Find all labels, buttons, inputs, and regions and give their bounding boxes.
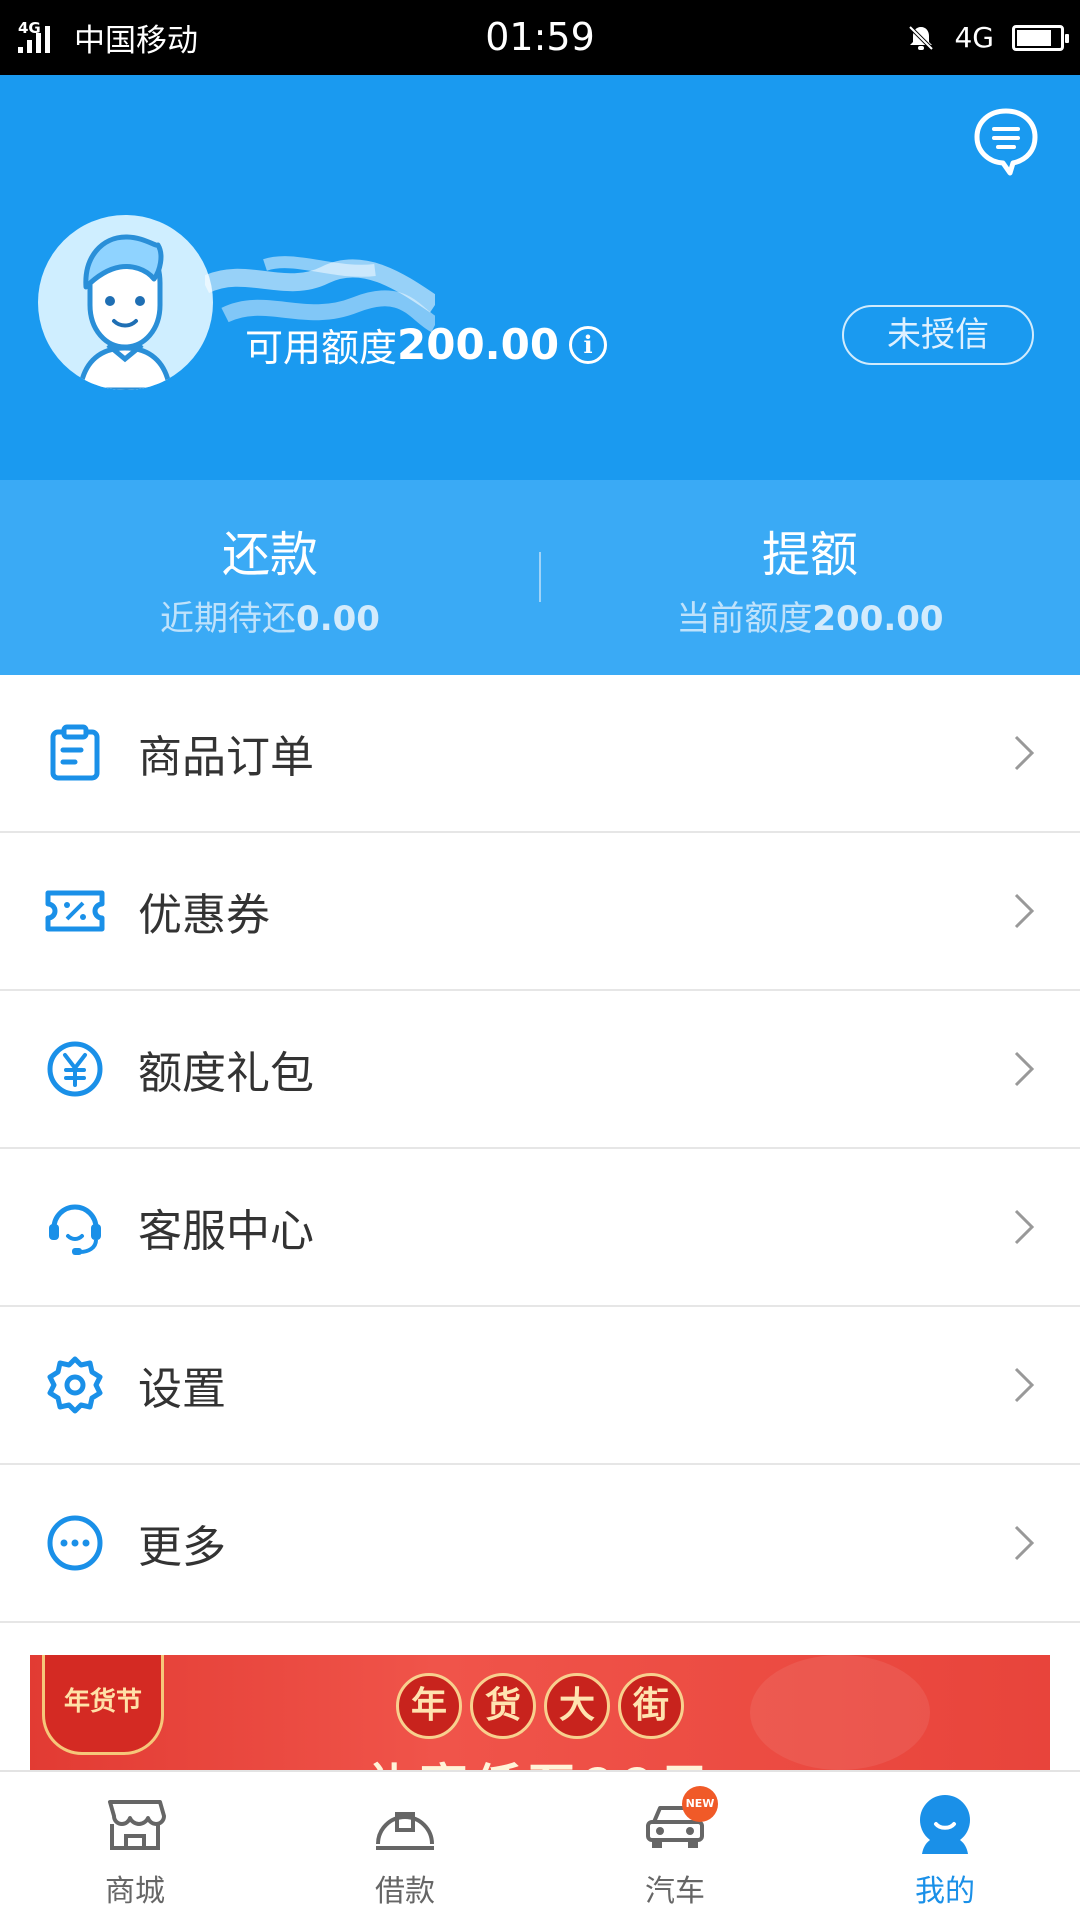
promo-banner[interactable]: 年货节 年 货 大 街 礼享低至99元 — [30, 1655, 1050, 1770]
message-icon[interactable] — [972, 107, 1040, 179]
raise-limit-sub-label: 当前额度 — [676, 599, 813, 639]
raise-limit-action[interactable]: 提额 当前额度200.00 — [540, 480, 1080, 675]
tab-label-store: 商城 — [105, 1874, 165, 1909]
chevron-right-icon — [1014, 1051, 1035, 1087]
raise-limit-sub-value: 200.00 — [812, 599, 944, 639]
info-icon[interactable]: i — [569, 325, 608, 364]
menu-label-coupons: 优惠券 — [138, 890, 270, 941]
raise-limit-sub: 当前额度200.00 — [676, 591, 943, 640]
tab-car[interactable]: NEW 汽车 — [540, 1772, 810, 1920]
headset-icon — [44, 1196, 106, 1258]
chevron-right-icon — [1014, 1525, 1035, 1561]
status-bar: 4G 中国移动 01:59 4G — [0, 0, 1080, 75]
store-icon — [108, 1800, 166, 1850]
credit-amount: 200.00 — [397, 320, 560, 369]
menu-label-customer-service: 客服中心 — [138, 1206, 314, 1257]
banner-title-char: 街 — [618, 1673, 684, 1739]
bell-mute-icon — [909, 25, 934, 50]
chevron-right-icon — [1014, 1367, 1035, 1403]
bottom-tab-bar: 商城 借款 NEW 汽车 我的 — [0, 1770, 1080, 1920]
tab-label-loan: 借款 — [375, 1874, 435, 1909]
clipboard-icon — [44, 722, 106, 784]
available-credit: 可用额度 200.00 i — [245, 317, 608, 372]
menu-label-orders: 商品订单 — [138, 732, 314, 783]
banner-title-char: 货 — [470, 1673, 536, 1739]
raise-limit-title: 提额 — [761, 527, 858, 583]
coupon-icon — [44, 880, 106, 942]
menu-label-credit-gift: 额度礼包 — [138, 1048, 314, 1099]
battery-icon — [1012, 24, 1069, 51]
profile-header: 可用额度 200.00 i 未授信 — [0, 75, 1080, 480]
menu-item-settings[interactable]: 设置 — [0, 1307, 1080, 1465]
tab-store[interactable]: 商城 — [0, 1772, 270, 1920]
chevron-right-icon — [1014, 893, 1035, 929]
repay-sub-value: 0.00 — [296, 599, 380, 639]
status-right: 4G — [906, 0, 1069, 75]
banner-title-char: 大 — [544, 1673, 610, 1739]
menu-item-credit-gift[interactable]: 额度礼包 — [0, 991, 1080, 1149]
repay-sub: 近期待还0.00 — [160, 591, 380, 640]
menu-label-more: 更多 — [138, 1522, 226, 1573]
menu-item-customer-service[interactable]: 客服中心 — [0, 1149, 1080, 1307]
yen-circle-icon — [44, 1038, 106, 1100]
tab-loan[interactable]: 借款 — [270, 1772, 540, 1920]
tab-profile[interactable]: 我的 — [810, 1772, 1080, 1920]
repay-sub-label: 近期待还 — [160, 599, 297, 639]
quick-actions: 还款 近期待还0.00 提额 当前额度200.00 — [0, 480, 1080, 675]
menu-item-orders[interactable]: 商品订单 — [0, 675, 1080, 833]
menu-item-coupons[interactable]: 优惠券 — [0, 833, 1080, 991]
credit-label: 可用额度 — [245, 326, 398, 370]
more-dots-icon — [44, 1512, 106, 1574]
credit-status-badge[interactable]: 未授信 — [842, 305, 1034, 365]
menu-item-more[interactable]: 更多 — [0, 1465, 1080, 1623]
loan-icon — [376, 1812, 434, 1850]
user-avatar-icon — [77, 234, 173, 390]
menu-label-settings: 设置 — [138, 1364, 226, 1415]
chevron-right-icon — [1014, 1209, 1035, 1245]
banner-title-char: 年 — [396, 1673, 462, 1739]
banner-title: 年 货 大 街 — [30, 1673, 1050, 1739]
menu-list: 商品订单 优惠券 额度礼包 客服中心 设置 更多 — [0, 675, 1080, 1623]
avatar[interactable] — [38, 215, 213, 390]
new-badge: NEW — [682, 1786, 718, 1822]
repay-action[interactable]: 还款 近期待还0.00 — [0, 480, 540, 675]
banner-subtitle: 礼享低至99元 — [30, 1747, 1050, 1770]
repay-title: 还款 — [221, 527, 318, 583]
net-label: 4G — [954, 21, 994, 54]
profile-icon — [920, 1795, 970, 1854]
car-icon-wrap: NEW — [642, 1786, 718, 1858]
quick-divider — [539, 552, 541, 602]
gear-icon — [44, 1354, 106, 1416]
chevron-right-icon — [1014, 735, 1035, 771]
battery-level — [1017, 29, 1051, 46]
tab-label-profile: 我的 — [915, 1874, 975, 1909]
tab-label-car: 汽车 — [645, 1874, 705, 1909]
